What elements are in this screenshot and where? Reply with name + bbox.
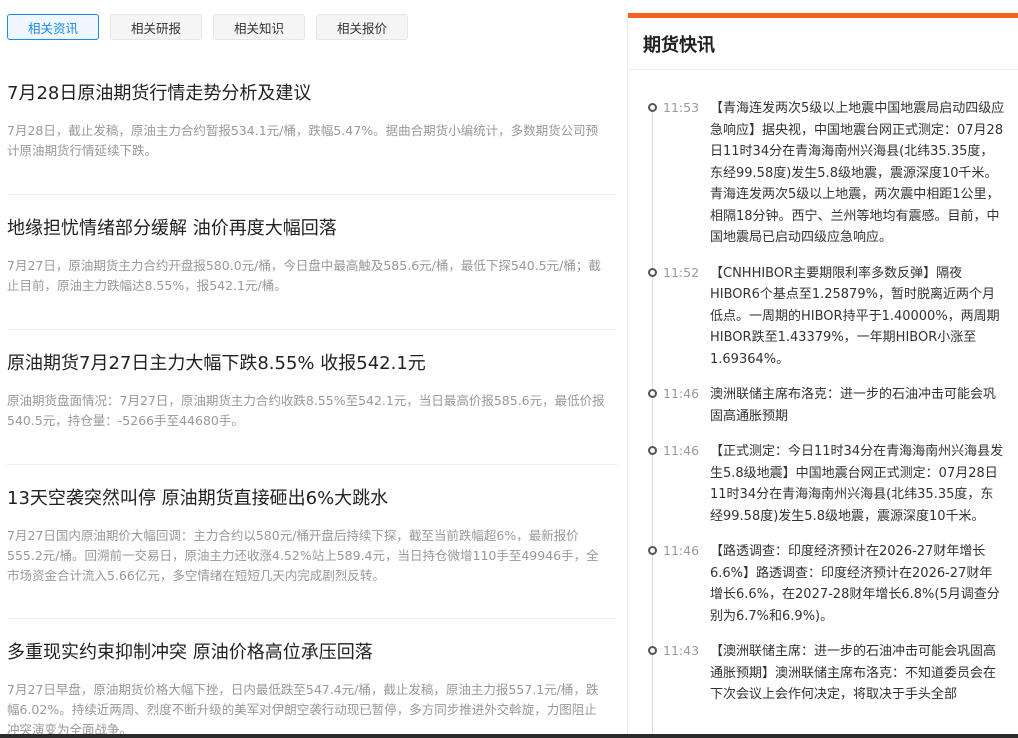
- flash-text: 【正式测定：今日11时34分在青海海南州兴海县发生5.8级地震】中国地震台网正式…: [710, 444, 1004, 524]
- news-summary: 原油期货盘面情况：7月27日，原油期货主力合约收跌8.55%至542.1元，当日…: [7, 393, 605, 428]
- flash-item[interactable]: 11:53 【青海连发两次5级以上地震中国地震局启动四级应急响应】据央视，中国地…: [628, 98, 1018, 249]
- bottom-scroll-strip: [0, 734, 1018, 738]
- flash-time: 11:46: [663, 443, 700, 458]
- flash-time: 11:43: [663, 643, 700, 658]
- news-item: 原油期货7月27日主力大幅下跌8.55% 收报542.1元 原油期货盘面情况：7…: [7, 330, 617, 465]
- news-item: 地缘担忧情绪部分缓解 油价再度大幅回落 7月27日，原油期货主力合约开盘报580…: [7, 195, 617, 330]
- timeline-dot-icon: [648, 546, 657, 555]
- tab-related-research[interactable]: 相关研报: [110, 14, 202, 40]
- flash-text: 【CNHHIBOR主要期限利率多数反弹】隔夜HIBOR6个基点至1.25879%…: [710, 265, 1000, 367]
- flash-time: 11:52: [663, 264, 700, 280]
- futures-flash-panel: 期货快讯 11:53 【青海连发两次5级以上地震中国地震局启动四级应急响应】据央…: [627, 13, 1018, 738]
- flash-time: 11:46: [663, 386, 700, 401]
- timeline-dot-icon: [648, 389, 657, 398]
- flash-text: 澳洲联储主席布洛克：进一步的石油冲击可能会巩固高通胀预期: [710, 387, 997, 424]
- flash-heading: 期货快讯: [628, 18, 1018, 70]
- flash-item[interactable]: 11:43 【澳洲联储主席：进一步的石油冲击可能会巩固高通胀预期】澳洲联储主席布…: [628, 641, 1018, 706]
- news-summary: 7月27日国内原油期价大幅回调：主力合约以580元/桶开盘后持续下探，截至当前跌…: [7, 528, 599, 583]
- flash-text: 【澳洲联储主席：进一步的石油冲击可能会巩固高通胀预期】澳洲联储主席布洛克：不知道…: [710, 644, 997, 702]
- news-list: 7月28日原油期货行情走势分析及建议 7月28日，截止发稿，原油主力合约暂报53…: [7, 60, 617, 738]
- news-summary: 7月27日早盘，原油期货价格大幅下挫，日内最低跌至547.4元/桶，截止发稿，原…: [7, 682, 599, 737]
- flash-item[interactable]: 11:46 澳洲联储主席布洛克：进一步的石油冲击可能会巩固高通胀预期: [628, 384, 1018, 427]
- news-title-link[interactable]: 原油期货7月27日主力大幅下跌8.55% 收报542.1元: [7, 352, 426, 376]
- flash-time: 11:53: [663, 100, 700, 115]
- timeline-dot-icon: [648, 103, 657, 112]
- timeline-dot-icon: [648, 646, 657, 655]
- news-title-link[interactable]: 地缘担忧情绪部分缓解 油价再度大幅回落: [7, 217, 337, 241]
- tab-related-knowledge[interactable]: 相关知识: [213, 14, 305, 40]
- timeline-dot-icon: [648, 446, 657, 455]
- news-item: 13天空袭突然叫停 原油期货直接砸出6%大跳水 7月27日国内原油期价大幅回调：…: [7, 465, 617, 619]
- news-summary: 7月28日，截止发稿，原油主力合约暂报534.1元/桶，跌幅5.47%。据曲合期…: [7, 123, 599, 158]
- news-summary: 7月27日，原油期货主力合约开盘报580.0元/桶，今日盘中最高触及585.6元…: [7, 258, 601, 293]
- flash-item[interactable]: 11:46 【路透调查：印度经济预计在2026-27财年增长6.6%】路透调查：…: [628, 541, 1018, 627]
- related-panel: 相关资讯 相关研报 相关知识 相关报价 7月28日原油期货行情走势分析及建议 7…: [0, 0, 617, 738]
- flash-item[interactable]: 11:52 【CNHHIBOR主要期限利率多数反弹】隔夜HIBOR6个基点至1.…: [628, 263, 1018, 371]
- tab-related-quotes[interactable]: 相关报价: [316, 14, 408, 40]
- flash-text: 【青海连发两次5级以上地震中国地震局启动四级应急响应】据央视，中国地震台网正式测…: [710, 101, 1005, 245]
- flash-list: 11:53 【青海连发两次5级以上地震中国地震局启动四级应急响应】据央视，中国地…: [628, 98, 1018, 720]
- news-title-link[interactable]: 多重现实约束抑制冲突 原油价格高位承压回落: [7, 641, 373, 665]
- news-item: 多重现实约束抑制冲突 原油价格高位承压回落 7月27日早盘，原油期货价格大幅下挫…: [7, 619, 617, 738]
- flash-text: 【路透调查：印度经济预计在2026-27财年增长6.6%】路透调查：印度经济预计…: [710, 544, 1000, 624]
- flash-item[interactable]: 11:46 【正式测定：今日11时34分在青海海南州兴海县发生5.8级地震】中国…: [628, 441, 1018, 527]
- news-title-link[interactable]: 7月28日原油期货行情走势分析及建议: [7, 82, 311, 106]
- flash-time: 11:46: [663, 543, 700, 558]
- news-item: 7月28日原油期货行情走势分析及建议 7月28日，截止发稿，原油主力合约暂报53…: [7, 60, 617, 195]
- news-title-link[interactable]: 13天空袭突然叫停 原油期货直接砸出6%大跳水: [7, 487, 388, 511]
- timeline-dot-icon: [648, 267, 657, 277]
- tab-related-news[interactable]: 相关资讯: [7, 14, 99, 40]
- related-tabs: 相关资讯 相关研报 相关知识 相关报价: [7, 14, 408, 40]
